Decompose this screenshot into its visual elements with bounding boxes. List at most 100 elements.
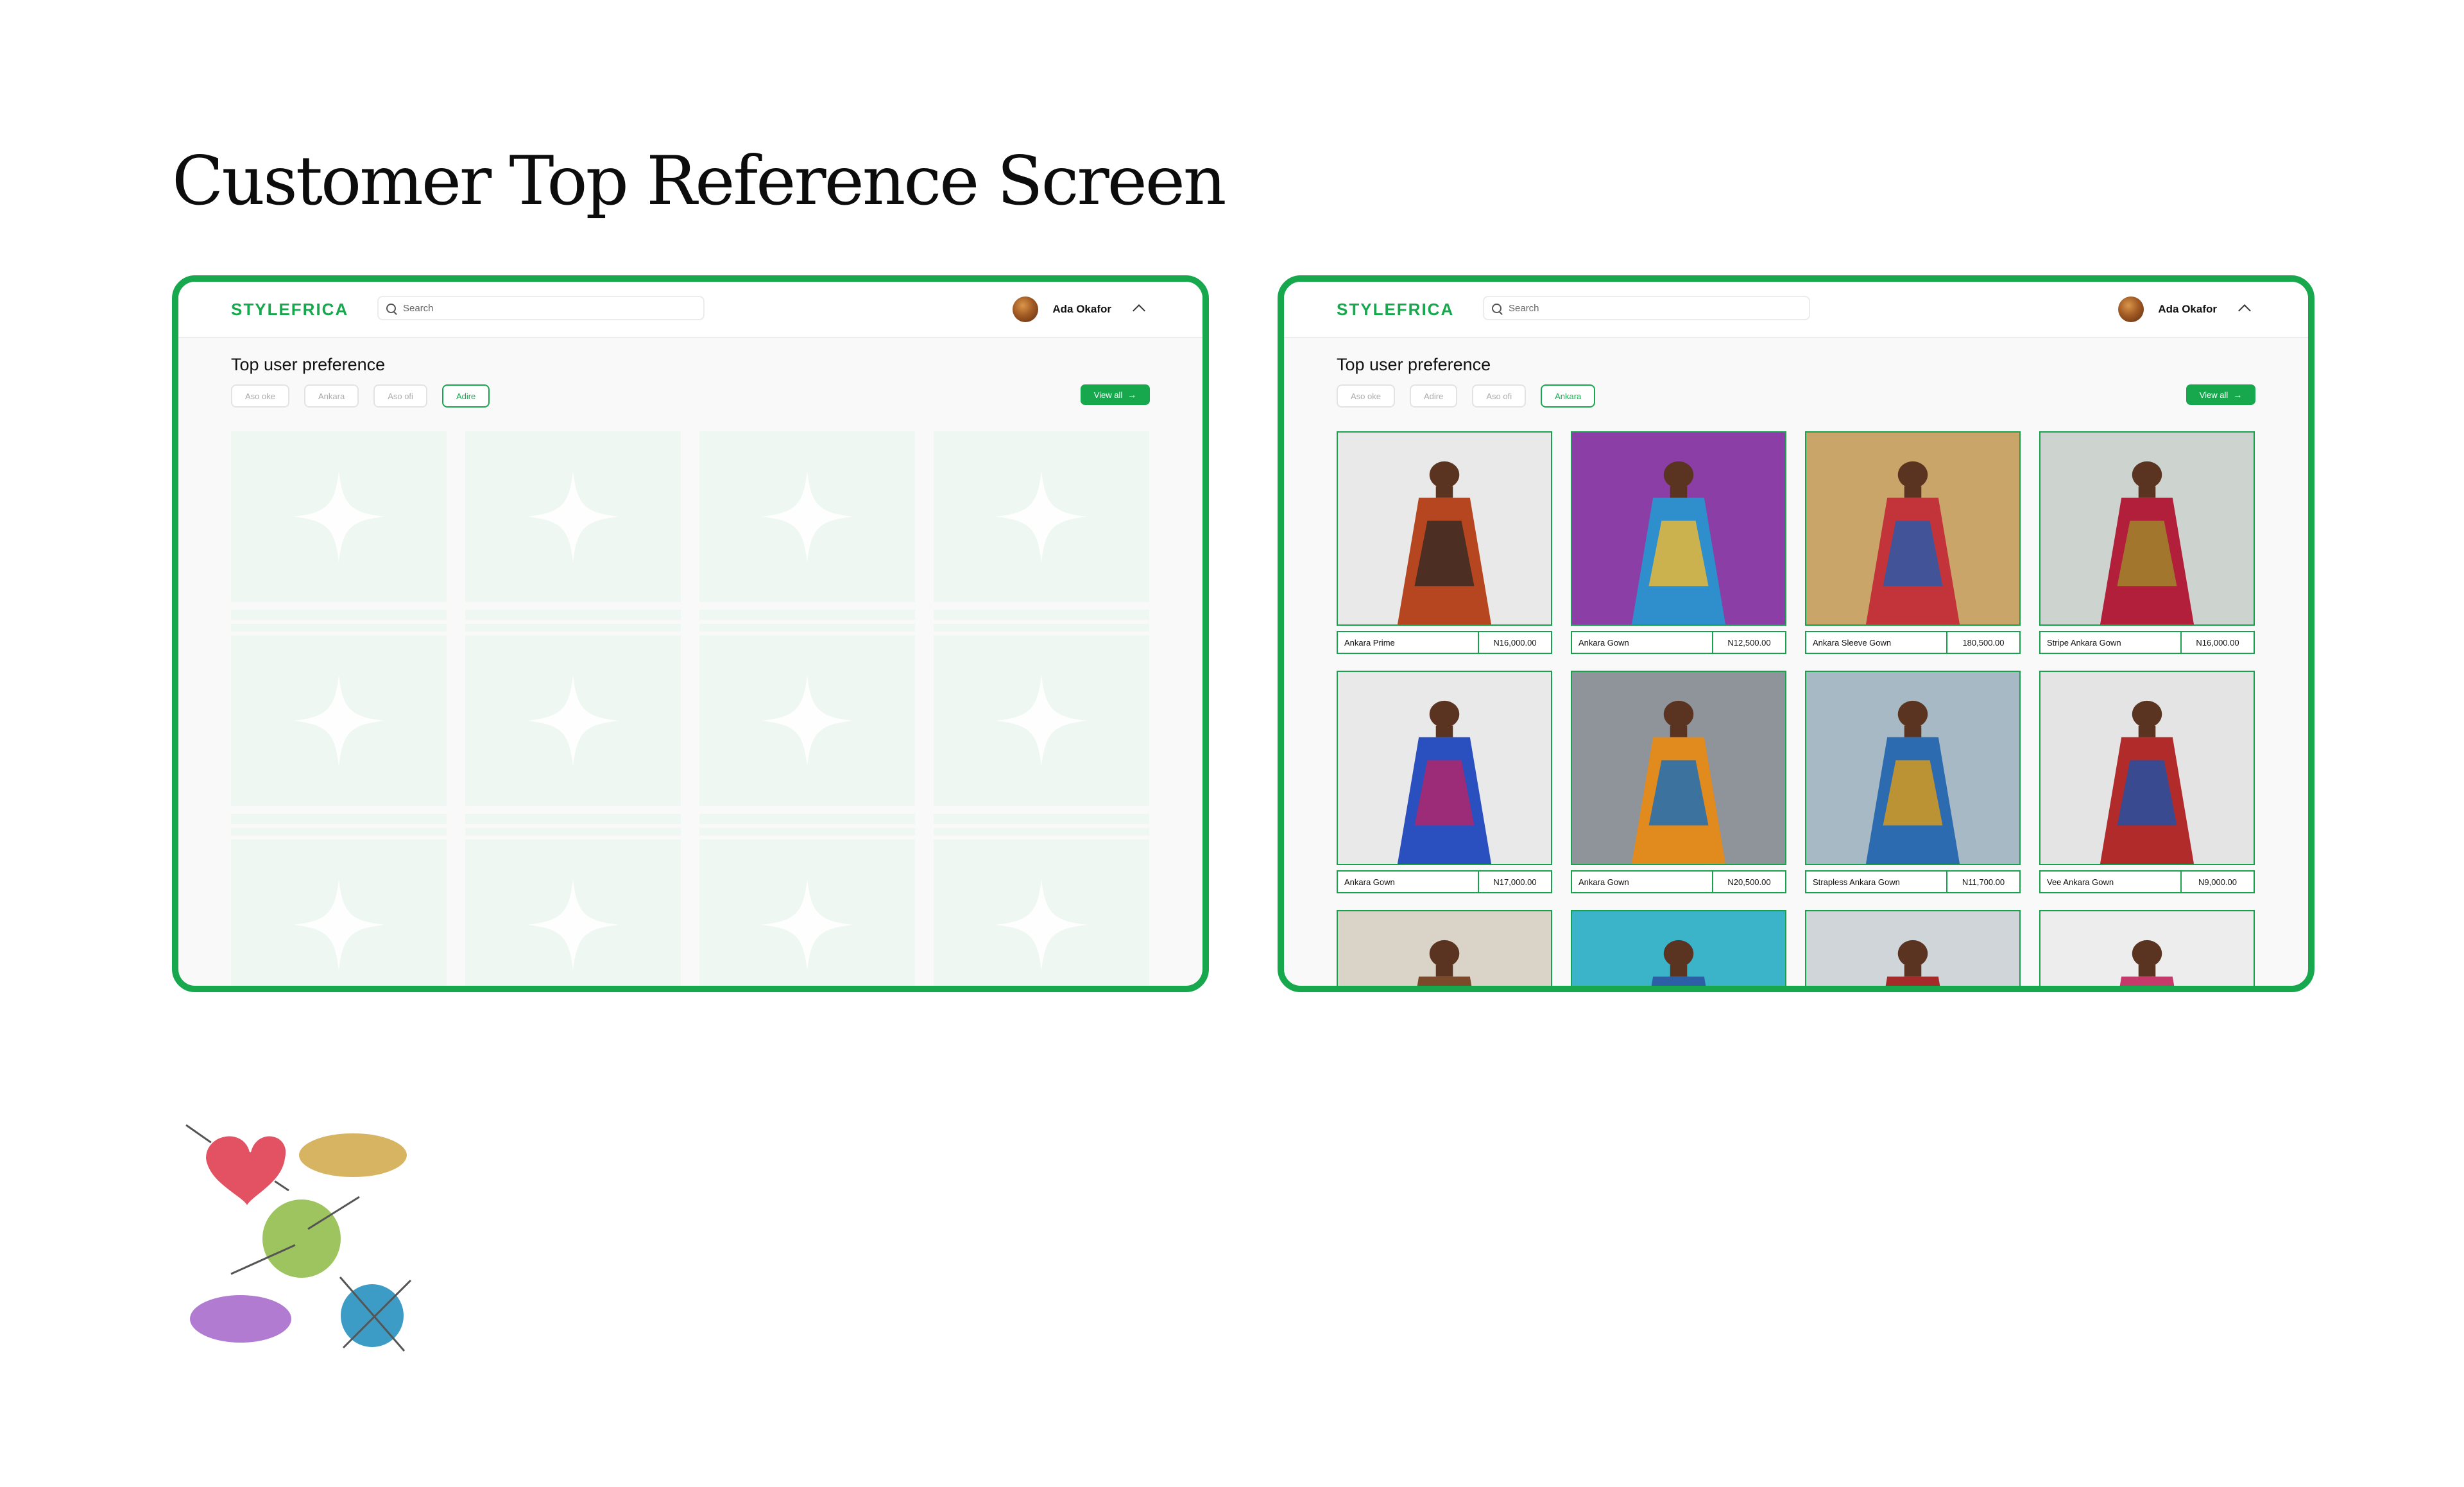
product-image[interactable] bbox=[1571, 671, 1786, 865]
product-image[interactable] bbox=[1337, 431, 1552, 626]
screen-loaded-state: STYLEFRICA Search Ada Okafor Top user pr… bbox=[1278, 275, 2314, 992]
header-bar: STYLEFRICA Search Ada Okafor bbox=[178, 282, 1202, 338]
search-icon bbox=[386, 304, 396, 313]
product-image[interactable] bbox=[1337, 671, 1552, 865]
skeleton-card bbox=[231, 635, 447, 839]
product-image[interactable] bbox=[2039, 431, 2255, 626]
skeleton-image bbox=[934, 839, 1149, 986]
product-image[interactable] bbox=[1571, 431, 1786, 626]
skeleton-image bbox=[699, 635, 915, 806]
sparkle-placeholder-icon bbox=[761, 470, 853, 563]
product-card[interactable]: Ankara Gown N20,500.00 bbox=[1571, 671, 1786, 910]
product-image[interactable] bbox=[1805, 910, 2021, 986]
product-photo bbox=[1338, 433, 1551, 624]
skeleton-line bbox=[934, 814, 1149, 824]
user-name[interactable]: Ada Okafor bbox=[1052, 303, 1111, 316]
chip-aso-oke[interactable]: Aso oke bbox=[231, 384, 289, 408]
chip-aso-ofi[interactable]: Aso ofi bbox=[1472, 384, 1527, 408]
skeleton-card bbox=[465, 431, 681, 635]
product-photo bbox=[1806, 433, 2019, 624]
product-card[interactable]: Vee Ankara Gown N9,000.00 bbox=[2039, 671, 2255, 910]
skeleton-image bbox=[465, 839, 681, 986]
sparkle-placeholder-icon bbox=[761, 879, 853, 971]
product-photo bbox=[2041, 672, 2254, 864]
product-info: Ankara Gown N17,000.00 bbox=[1337, 870, 1552, 893]
yarn-ball-pink-icon bbox=[185, 1124, 289, 1209]
skeleton-line bbox=[934, 610, 1149, 620]
product-card[interactable]: Stripe Ankara Gown N16,000.00 bbox=[2039, 431, 2255, 671]
chip-adire[interactable]: Adire bbox=[1409, 384, 1458, 408]
product-photo bbox=[1806, 911, 2019, 986]
brand-logo[interactable]: STYLEFRICA bbox=[1337, 300, 1454, 320]
product-price: N9,000.00 bbox=[2198, 877, 2237, 887]
product-image[interactable] bbox=[1337, 910, 1552, 986]
product-image[interactable] bbox=[1805, 671, 2021, 865]
product-info: Ankara Gown N20,500.00 bbox=[1571, 870, 1786, 893]
search-input[interactable]: Search bbox=[377, 296, 705, 320]
chevron-up-icon[interactable] bbox=[2238, 304, 2251, 317]
skeleton-image bbox=[934, 635, 1149, 806]
search-placeholder: Search bbox=[1509, 303, 1539, 314]
skeleton-card bbox=[934, 635, 1149, 839]
brand-logo[interactable]: STYLEFRICA bbox=[231, 300, 348, 320]
product-image[interactable] bbox=[1805, 431, 2021, 626]
product-price: N16,000.00 bbox=[1493, 637, 1537, 648]
product-card[interactable] bbox=[2039, 910, 2255, 986]
sparkle-placeholder-icon bbox=[293, 675, 385, 767]
product-photo bbox=[1338, 672, 1551, 864]
avatar[interactable] bbox=[2118, 297, 2144, 322]
chevron-up-icon[interactable] bbox=[1133, 304, 1145, 317]
chip-aso-ofi[interactable]: Aso ofi bbox=[373, 384, 427, 408]
search-placeholder: Search bbox=[403, 303, 434, 314]
chip-adire[interactable]: Adire bbox=[441, 384, 490, 408]
page-title: Customer Top Reference Screen bbox=[172, 142, 1227, 220]
product-card[interactable]: Ankara Gown N12,500.00 bbox=[1571, 431, 1786, 671]
product-name: Ankara Sleeve Gown bbox=[1806, 632, 1947, 653]
product-card[interactable] bbox=[1805, 910, 2021, 986]
product-price: N11,700.00 bbox=[1962, 877, 2005, 887]
skeleton-grid bbox=[231, 431, 1150, 986]
avatar[interactable] bbox=[1013, 297, 1038, 322]
product-image[interactable] bbox=[1571, 910, 1786, 986]
chip-ankara[interactable]: Ankara bbox=[1541, 384, 1596, 408]
product-info: Ankara Prime N16,000.00 bbox=[1337, 631, 1552, 654]
view-all-label: View all bbox=[1093, 390, 1123, 400]
chip-ankara[interactable]: Ankara bbox=[304, 384, 359, 408]
skeleton-line bbox=[699, 828, 915, 836]
sparkle-placeholder-icon bbox=[995, 675, 1088, 767]
search-input[interactable]: Search bbox=[1483, 296, 1810, 320]
product-card[interactable] bbox=[1571, 910, 1786, 986]
product-image[interactable] bbox=[2039, 910, 2255, 986]
skeleton-card bbox=[699, 431, 915, 635]
yarn-ball-blue-icon bbox=[339, 1276, 412, 1352]
product-card[interactable] bbox=[1337, 910, 1552, 986]
product-image[interactable] bbox=[2039, 671, 2255, 865]
section-title: Top user preference bbox=[231, 355, 386, 374]
product-photo bbox=[1572, 433, 1785, 624]
product-info: Ankara Sleeve Gown 180,500.00 bbox=[1805, 631, 2021, 654]
product-info: Ankara Gown N12,500.00 bbox=[1571, 631, 1786, 654]
product-card[interactable]: Ankara Gown N17,000.00 bbox=[1337, 671, 1552, 910]
skeleton-line bbox=[465, 814, 681, 824]
sparkle-placeholder-icon bbox=[761, 675, 853, 767]
chip-aso-oke[interactable]: Aso oke bbox=[1337, 384, 1395, 408]
view-all-button[interactable]: View all → bbox=[2186, 384, 2255, 405]
product-card[interactable]: Strapless Ankara Gown N11,700.00 bbox=[1805, 671, 2021, 910]
skeleton-image bbox=[231, 635, 447, 806]
product-name: Ankara Gown bbox=[1338, 872, 1479, 892]
product-info: Vee Ankara Gown N9,000.00 bbox=[2039, 870, 2255, 893]
product-photo bbox=[2041, 911, 2254, 986]
skeleton-card bbox=[699, 839, 915, 986]
product-price: N16,000.00 bbox=[2196, 637, 2239, 648]
view-all-button[interactable]: View all → bbox=[1081, 384, 1150, 405]
user-name[interactable]: Ada Okafor bbox=[2158, 303, 2217, 316]
product-card[interactable]: Ankara Sleeve Gown 180,500.00 bbox=[1805, 431, 2021, 671]
sparkle-placeholder-icon bbox=[527, 879, 619, 971]
skeleton-card bbox=[231, 839, 447, 986]
product-price: N12,500.00 bbox=[1727, 637, 1771, 648]
product-card[interactable]: Ankara Prime N16,000.00 bbox=[1337, 431, 1552, 671]
skeleton-card bbox=[465, 839, 681, 986]
skeleton-line bbox=[934, 624, 1149, 632]
category-chips: Aso oke Ankara Aso ofi Adire bbox=[231, 384, 490, 408]
product-name: Ankara Gown bbox=[1572, 872, 1713, 892]
